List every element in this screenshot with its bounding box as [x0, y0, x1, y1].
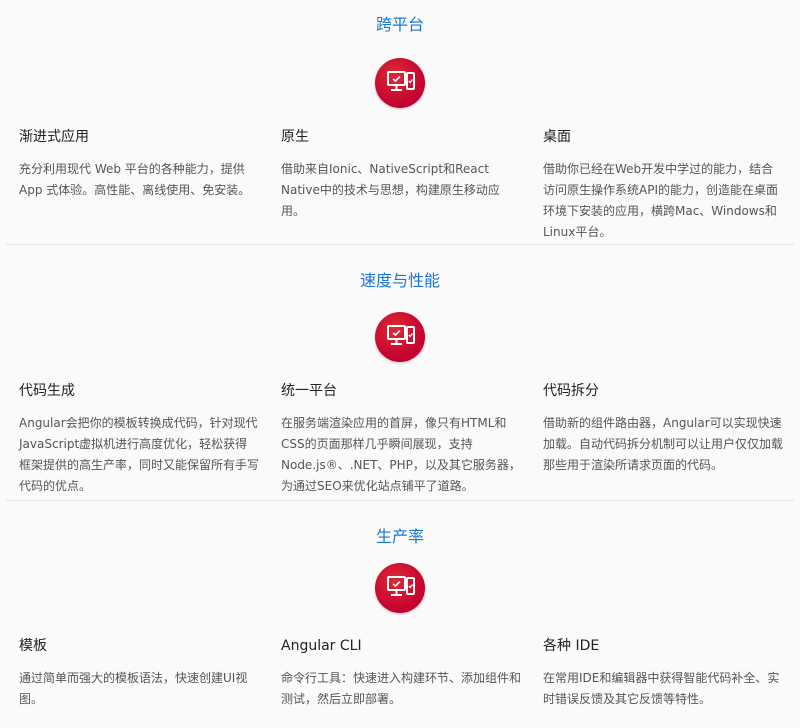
feature-pwa: 渐进式应用 充分利用现代 Web 平台的各种能力，提供 App 式体验。高性能、… [19, 128, 259, 201]
section-title: 生产率 [375, 527, 424, 546]
feature-description: 在服务端渲染应用的首屏，像只有HTML和CSS的页面那样几乎瞬间展现，支持Nod… [281, 416, 521, 493]
feature-templates: 模板 通过简单而强大的模板语法，快速创建UI视图。 [19, 637, 259, 710]
feature-description: 借助新的组件路由器，Angular可以实现快速加载。自动代码拆分机制可以让用户仅… [543, 416, 784, 472]
feature-title: 代码生成 [19, 383, 75, 399]
feature-title: 桌面 [543, 129, 571, 145]
feature-title: Angular CLI [281, 638, 362, 654]
section-cross-platform: 跨平台 渐进式应用 充分利用现代 Web 平台的各种能力，提供 App 式体验。… [0, 0, 800, 245]
feature-code-generation: 代码生成 Angular会把你的模板转换成代码，针对现代JavaScript虚拟… [19, 382, 259, 497]
feature-title: 原生 [281, 129, 309, 145]
feature-description: 通过简单而强大的模板语法，快速创建UI视图。 [19, 671, 248, 706]
feature-angular-cli: Angular CLI 命令行工具：快速进入构建环节、添加组件和测试，然后立即部… [281, 637, 521, 710]
devices-icon [375, 58, 425, 108]
section-productivity: 生产率 模板 通过简单而强大的模板语法，快速创建UI视图。 Angular CL… [0, 501, 800, 728]
feature-description: 借助来自Ionic、NativeScript和React Native中的技术与… [281, 162, 500, 218]
feature-desktop: 桌面 借助你已经在Web开发中学过的能力，结合访问原生操作系统API的能力，创造… [543, 128, 783, 243]
section-title: 速度与性能 [359, 271, 440, 290]
section-speed-performance: 速度与性能 代码生成 Angular会把你的模板转换成代码，针对现代JavaSc… [0, 245, 800, 501]
feature-description: 命令行工具：快速进入构建环节、添加组件和测试，然后立即部署。 [281, 671, 522, 706]
devices-icon [375, 563, 425, 613]
feature-title: 模板 [19, 638, 47, 654]
feature-code-splitting: 代码拆分 借助新的组件路由器，Angular可以实现快速加载。自动代码拆分机制可… [543, 382, 783, 476]
feature-description: 充分利用现代 Web 平台的各种能力，提供 App 式体验。高性能、离线使用、免… [19, 162, 251, 197]
feature-title: 渐进式应用 [19, 129, 89, 145]
feature-title: 各种 IDE [543, 638, 600, 654]
feature-native: 原生 借助来自Ionic、NativeScript和React Native中的… [281, 128, 521, 222]
feature-description: 在常用IDE和编辑器中获得智能代码补全、实时错误反馈及其它反馈等特性。 [543, 671, 780, 706]
feature-title: 代码拆分 [543, 383, 599, 399]
feature-description: Angular会把你的模板转换成代码，针对现代JavaScript虚拟机进行高度… [19, 416, 260, 493]
feature-title: 统一平台 [281, 383, 337, 399]
devices-icon [375, 312, 425, 362]
feature-ides: 各种 IDE 在常用IDE和编辑器中获得智能代码补全、实时错误反馈及其它反馈等特… [543, 637, 783, 710]
feature-universal: 统一平台 在服务端渲染应用的首屏，像只有HTML和CSS的页面那样几乎瞬间展现，… [281, 382, 521, 497]
section-title: 跨平台 [375, 15, 424, 34]
feature-description: 借助你已经在Web开发中学过的能力，结合访问原生操作系统API的能力，创造能在桌… [543, 162, 778, 239]
